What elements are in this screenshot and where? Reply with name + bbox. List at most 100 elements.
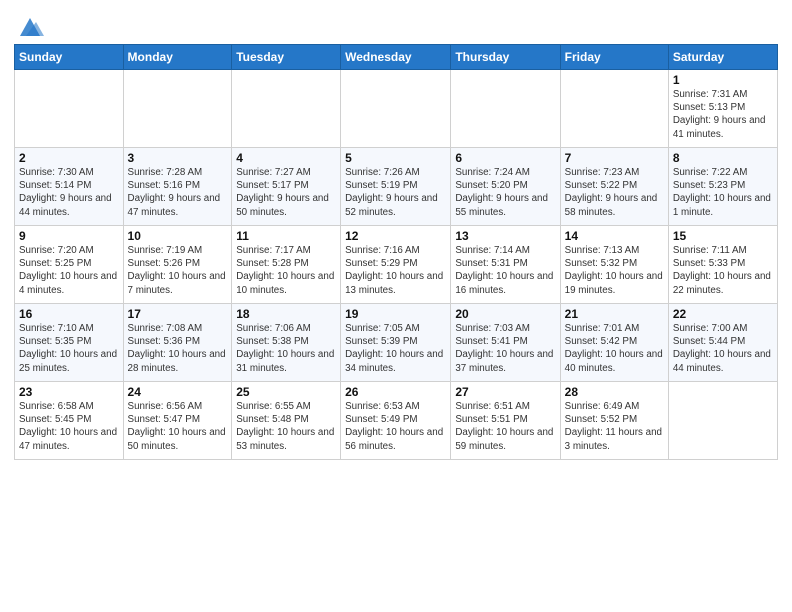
- day-info: Sunrise: 7:20 AM Sunset: 5:25 PM Dayligh…: [19, 244, 119, 297]
- day-info: Sunrise: 7:17 AM Sunset: 5:28 PM Dayligh…: [236, 244, 336, 297]
- week-row-1: 1Sunrise: 7:31 AM Sunset: 5:13 PM Daylig…: [15, 70, 778, 148]
- calendar-cell: 3Sunrise: 7:28 AM Sunset: 5:16 PM Daylig…: [123, 148, 232, 226]
- calendar-cell: 11Sunrise: 7:17 AM Sunset: 5:28 PM Dayli…: [232, 226, 341, 304]
- calendar-cell: 6Sunrise: 7:24 AM Sunset: 5:20 PM Daylig…: [451, 148, 560, 226]
- day-number: 28: [565, 385, 664, 399]
- day-info: Sunrise: 7:08 AM Sunset: 5:36 PM Dayligh…: [128, 322, 228, 375]
- day-number: 6: [455, 151, 555, 165]
- calendar-cell: [232, 70, 341, 148]
- day-number: 16: [19, 307, 119, 321]
- day-info: Sunrise: 7:31 AM Sunset: 5:13 PM Dayligh…: [673, 88, 773, 141]
- day-info: Sunrise: 7:19 AM Sunset: 5:26 PM Dayligh…: [128, 244, 228, 297]
- calendar-cell: [123, 70, 232, 148]
- weekday-header-row: SundayMondayTuesdayWednesdayThursdayFrid…: [15, 45, 778, 70]
- day-number: 10: [128, 229, 228, 243]
- calendar-cell: 16Sunrise: 7:10 AM Sunset: 5:35 PM Dayli…: [15, 304, 124, 382]
- day-info: Sunrise: 7:06 AM Sunset: 5:38 PM Dayligh…: [236, 322, 336, 375]
- day-number: 23: [19, 385, 119, 399]
- day-number: 21: [565, 307, 664, 321]
- calendar-cell: 5Sunrise: 7:26 AM Sunset: 5:19 PM Daylig…: [341, 148, 451, 226]
- week-row-3: 9Sunrise: 7:20 AM Sunset: 5:25 PM Daylig…: [15, 226, 778, 304]
- day-info: Sunrise: 6:58 AM Sunset: 5:45 PM Dayligh…: [19, 400, 119, 453]
- day-number: 7: [565, 151, 664, 165]
- day-info: Sunrise: 7:10 AM Sunset: 5:35 PM Dayligh…: [19, 322, 119, 375]
- calendar-cell: [15, 70, 124, 148]
- day-number: 13: [455, 229, 555, 243]
- day-info: Sunrise: 7:16 AM Sunset: 5:29 PM Dayligh…: [345, 244, 446, 297]
- calendar: SundayMondayTuesdayWednesdayThursdayFrid…: [14, 44, 778, 460]
- calendar-cell: 4Sunrise: 7:27 AM Sunset: 5:17 PM Daylig…: [232, 148, 341, 226]
- calendar-cell: 9Sunrise: 7:20 AM Sunset: 5:25 PM Daylig…: [15, 226, 124, 304]
- calendar-cell: [451, 70, 560, 148]
- calendar-cell: 7Sunrise: 7:23 AM Sunset: 5:22 PM Daylig…: [560, 148, 668, 226]
- day-info: Sunrise: 6:49 AM Sunset: 5:52 PM Dayligh…: [565, 400, 664, 453]
- logo-icon: [16, 14, 44, 42]
- day-number: 19: [345, 307, 446, 321]
- calendar-cell: 18Sunrise: 7:06 AM Sunset: 5:38 PM Dayli…: [232, 304, 341, 382]
- calendar-cell: 8Sunrise: 7:22 AM Sunset: 5:23 PM Daylig…: [668, 148, 777, 226]
- weekday-header-sunday: Sunday: [15, 45, 124, 70]
- day-info: Sunrise: 7:00 AM Sunset: 5:44 PM Dayligh…: [673, 322, 773, 375]
- day-number: 27: [455, 385, 555, 399]
- day-number: 12: [345, 229, 446, 243]
- page: SundayMondayTuesdayWednesdayThursdayFrid…: [0, 0, 792, 612]
- day-number: 5: [345, 151, 446, 165]
- day-number: 18: [236, 307, 336, 321]
- day-info: Sunrise: 7:23 AM Sunset: 5:22 PM Dayligh…: [565, 166, 664, 219]
- day-number: 11: [236, 229, 336, 243]
- calendar-cell: 14Sunrise: 7:13 AM Sunset: 5:32 PM Dayli…: [560, 226, 668, 304]
- calendar-cell: 10Sunrise: 7:19 AM Sunset: 5:26 PM Dayli…: [123, 226, 232, 304]
- day-number: 22: [673, 307, 773, 321]
- calendar-cell: 1Sunrise: 7:31 AM Sunset: 5:13 PM Daylig…: [668, 70, 777, 148]
- day-number: 2: [19, 151, 119, 165]
- day-info: Sunrise: 6:55 AM Sunset: 5:48 PM Dayligh…: [236, 400, 336, 453]
- calendar-cell: 20Sunrise: 7:03 AM Sunset: 5:41 PM Dayli…: [451, 304, 560, 382]
- day-number: 26: [345, 385, 446, 399]
- day-info: Sunrise: 7:27 AM Sunset: 5:17 PM Dayligh…: [236, 166, 336, 219]
- calendar-cell: 26Sunrise: 6:53 AM Sunset: 5:49 PM Dayli…: [341, 382, 451, 460]
- calendar-cell: [560, 70, 668, 148]
- header: [14, 10, 778, 38]
- weekday-header-wednesday: Wednesday: [341, 45, 451, 70]
- calendar-cell: 25Sunrise: 6:55 AM Sunset: 5:48 PM Dayli…: [232, 382, 341, 460]
- day-info: Sunrise: 7:28 AM Sunset: 5:16 PM Dayligh…: [128, 166, 228, 219]
- day-info: Sunrise: 7:11 AM Sunset: 5:33 PM Dayligh…: [673, 244, 773, 297]
- day-number: 20: [455, 307, 555, 321]
- day-number: 15: [673, 229, 773, 243]
- day-info: Sunrise: 6:56 AM Sunset: 5:47 PM Dayligh…: [128, 400, 228, 453]
- day-info: Sunrise: 7:30 AM Sunset: 5:14 PM Dayligh…: [19, 166, 119, 219]
- day-info: Sunrise: 7:26 AM Sunset: 5:19 PM Dayligh…: [345, 166, 446, 219]
- day-number: 17: [128, 307, 228, 321]
- day-number: 3: [128, 151, 228, 165]
- calendar-cell: [668, 382, 777, 460]
- weekday-header-monday: Monday: [123, 45, 232, 70]
- calendar-cell: 15Sunrise: 7:11 AM Sunset: 5:33 PM Dayli…: [668, 226, 777, 304]
- calendar-cell: 2Sunrise: 7:30 AM Sunset: 5:14 PM Daylig…: [15, 148, 124, 226]
- calendar-cell: 19Sunrise: 7:05 AM Sunset: 5:39 PM Dayli…: [341, 304, 451, 382]
- weekday-header-saturday: Saturday: [668, 45, 777, 70]
- calendar-cell: [341, 70, 451, 148]
- week-row-5: 23Sunrise: 6:58 AM Sunset: 5:45 PM Dayli…: [15, 382, 778, 460]
- calendar-cell: 27Sunrise: 6:51 AM Sunset: 5:51 PM Dayli…: [451, 382, 560, 460]
- calendar-cell: 12Sunrise: 7:16 AM Sunset: 5:29 PM Dayli…: [341, 226, 451, 304]
- calendar-cell: 23Sunrise: 6:58 AM Sunset: 5:45 PM Dayli…: [15, 382, 124, 460]
- calendar-cell: 13Sunrise: 7:14 AM Sunset: 5:31 PM Dayli…: [451, 226, 560, 304]
- day-info: Sunrise: 7:14 AM Sunset: 5:31 PM Dayligh…: [455, 244, 555, 297]
- weekday-header-friday: Friday: [560, 45, 668, 70]
- calendar-cell: 21Sunrise: 7:01 AM Sunset: 5:42 PM Dayli…: [560, 304, 668, 382]
- day-info: Sunrise: 6:53 AM Sunset: 5:49 PM Dayligh…: [345, 400, 446, 453]
- weekday-header-thursday: Thursday: [451, 45, 560, 70]
- day-number: 24: [128, 385, 228, 399]
- day-info: Sunrise: 7:13 AM Sunset: 5:32 PM Dayligh…: [565, 244, 664, 297]
- day-number: 9: [19, 229, 119, 243]
- day-info: Sunrise: 7:22 AM Sunset: 5:23 PM Dayligh…: [673, 166, 773, 219]
- day-number: 1: [673, 73, 773, 87]
- calendar-cell: 28Sunrise: 6:49 AM Sunset: 5:52 PM Dayli…: [560, 382, 668, 460]
- day-number: 4: [236, 151, 336, 165]
- day-number: 8: [673, 151, 773, 165]
- weekday-header-tuesday: Tuesday: [232, 45, 341, 70]
- day-number: 25: [236, 385, 336, 399]
- day-info: Sunrise: 7:01 AM Sunset: 5:42 PM Dayligh…: [565, 322, 664, 375]
- day-info: Sunrise: 7:05 AM Sunset: 5:39 PM Dayligh…: [345, 322, 446, 375]
- logo: [14, 14, 44, 38]
